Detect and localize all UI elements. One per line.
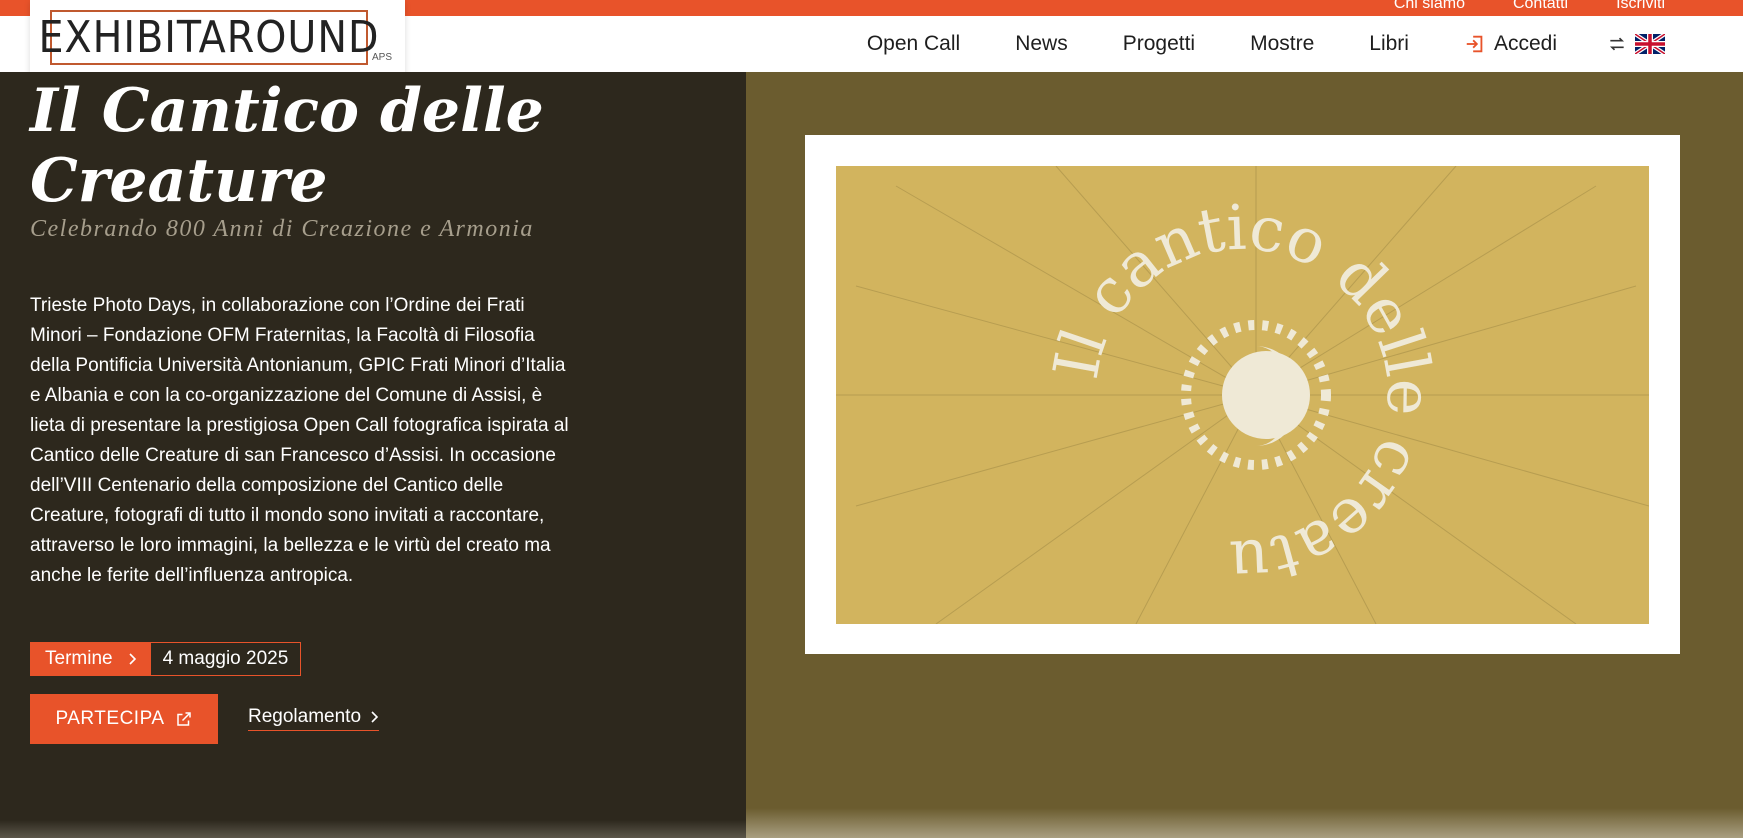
language-switcher[interactable] (1607, 16, 1665, 72)
artwork-illustration: Il cantico delle creature (836, 166, 1649, 624)
nav-item-progetti[interactable]: Progetti (1123, 32, 1195, 56)
utility-links: Chi siamo Contatti Iscriviti (1394, 0, 1665, 12)
main-nav: Open Call News Progetti Mostre Libri Acc… (867, 16, 1557, 72)
regolamento-link[interactable]: Regolamento (248, 706, 380, 731)
artwork-frame: Il cantico delle creature (805, 135, 1680, 654)
regolamento-label: Regolamento (248, 706, 362, 727)
deadline-label-box: Termine (31, 643, 151, 675)
uk-flag-icon (1635, 34, 1665, 54)
artwork-image: Il cantico delle creature (836, 166, 1649, 624)
logo-suffix: APS (372, 52, 393, 63)
logo-frame: EXHIBITAROUND (38, 10, 380, 65)
nav-item-news[interactable]: News (1015, 32, 1068, 56)
external-link-icon (176, 712, 191, 726)
page-title: Il Cantico delle Creature (30, 76, 544, 216)
deadline-label: Termine (45, 648, 113, 669)
deadline-value: 4 maggio 2025 (162, 648, 289, 669)
partecipa-label: PARTECIPA (55, 708, 165, 729)
login-icon (1466, 35, 1483, 53)
link-iscriviti[interactable]: Iscriviti (1616, 0, 1665, 12)
link-chi-siamo[interactable]: Chi siamo (1394, 0, 1465, 12)
nav-item-open-call[interactable]: Open Call (867, 32, 960, 56)
link-contatti[interactable]: Contatti (1513, 0, 1568, 12)
partecipa-button[interactable]: PARTECIPA (30, 694, 218, 744)
swap-icon (1609, 37, 1625, 51)
nav-item-mostre[interactable]: Mostre (1250, 32, 1314, 56)
artwork-text: Il cantico delle creature (836, 166, 1446, 600)
logo-wordmark: EXHIBITAROUND (38, 12, 380, 63)
nav-item-libri[interactable]: Libri (1369, 32, 1409, 56)
chevron-right-icon (129, 653, 136, 665)
hero-description: Trieste Photo Days, in collaborazione co… (30, 295, 569, 586)
login-label: Accedi (1493, 32, 1557, 55)
deadline-badge: Termine 4 maggio 2025 (30, 642, 302, 676)
login-link[interactable]: Accedi (1464, 32, 1557, 56)
page-subtitle: Celebrando 800 Anni di Creazione e Armon… (30, 216, 534, 242)
chevron-right-icon (371, 711, 379, 723)
